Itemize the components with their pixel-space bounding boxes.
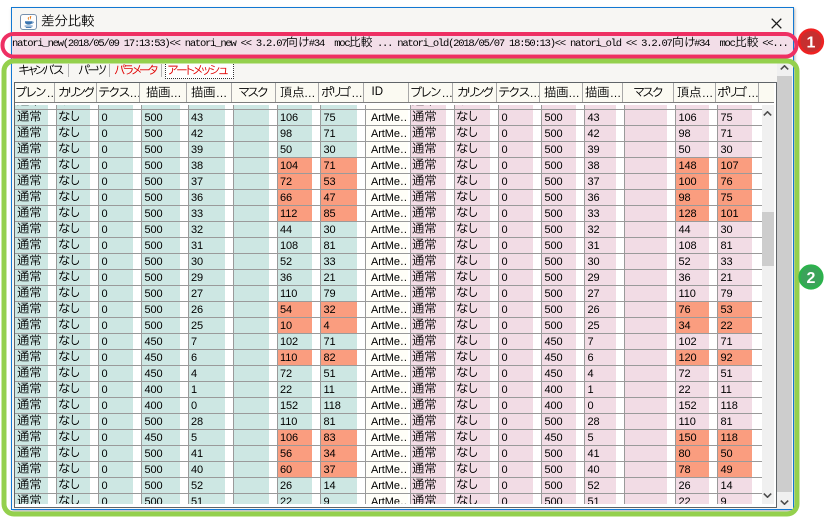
- svg-text:1: 1: [807, 35, 816, 52]
- svg-text:2: 2: [807, 270, 816, 287]
